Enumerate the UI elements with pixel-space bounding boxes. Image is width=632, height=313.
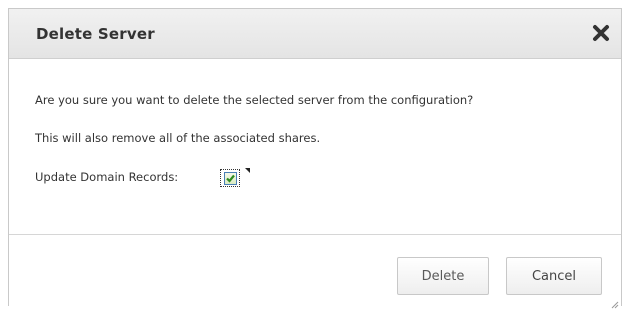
update-domain-checkbox[interactable] <box>224 172 237 185</box>
resize-grip-icon[interactable] <box>609 294 619 309</box>
checkmark-icon <box>226 174 235 183</box>
delete-button[interactable]: Delete <box>397 257 489 295</box>
delete-server-dialog: Delete Server Are you sure you want to d… <box>8 8 622 309</box>
cursor-marker-icon <box>245 168 250 173</box>
footer-divider <box>9 234 621 235</box>
shares-warning-message: This will also remove all of the associa… <box>35 131 321 145</box>
cancel-button[interactable]: Cancel <box>506 257 602 295</box>
dialog-title-bar[interactable]: Delete Server <box>9 9 621 59</box>
close-icon[interactable] <box>591 23 611 43</box>
dialog-title: Delete Server <box>36 25 155 43</box>
update-domain-label: Update Domain Records: <box>35 170 179 184</box>
update-domain-checkbox-focus[interactable] <box>220 169 240 187</box>
confirm-message: Are you sure you want to delete the sele… <box>35 93 474 107</box>
